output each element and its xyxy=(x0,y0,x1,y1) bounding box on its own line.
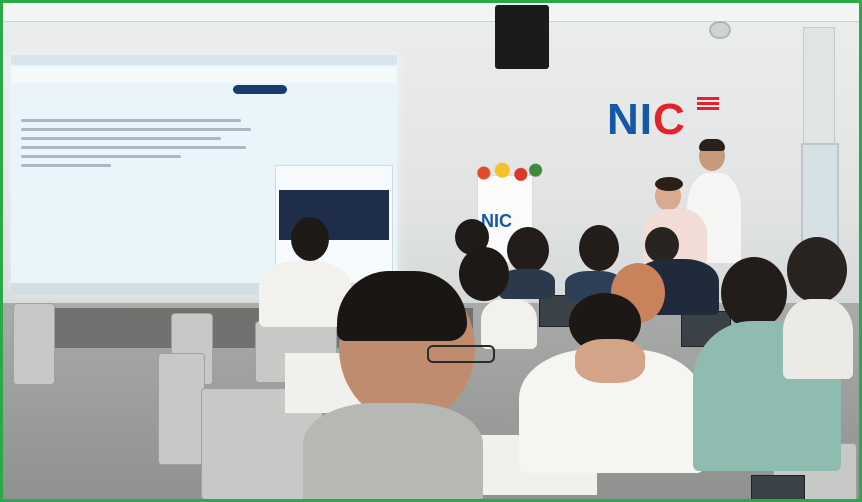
photo-frame: NIC NIC xyxy=(0,0,862,502)
loudspeaker xyxy=(495,5,549,69)
screen-button xyxy=(233,85,287,94)
screen-address-bar xyxy=(11,67,397,83)
laptop xyxy=(751,475,805,499)
window xyxy=(801,143,839,247)
nic-logo: NIC xyxy=(607,95,686,145)
security-camera-icon xyxy=(709,21,731,39)
logo-tagline-mark xyxy=(697,97,719,113)
logo-main: NI xyxy=(607,95,653,144)
flower-arrangement xyxy=(469,159,543,187)
doorway xyxy=(803,27,835,145)
logo-accent: C xyxy=(653,95,686,144)
empty-chair xyxy=(158,353,205,465)
ceiling xyxy=(3,3,859,22)
empty-chair xyxy=(13,303,55,385)
screen-browser-tabs xyxy=(11,55,397,65)
screen-text-lines xyxy=(21,113,261,173)
projection-screen xyxy=(11,55,397,295)
